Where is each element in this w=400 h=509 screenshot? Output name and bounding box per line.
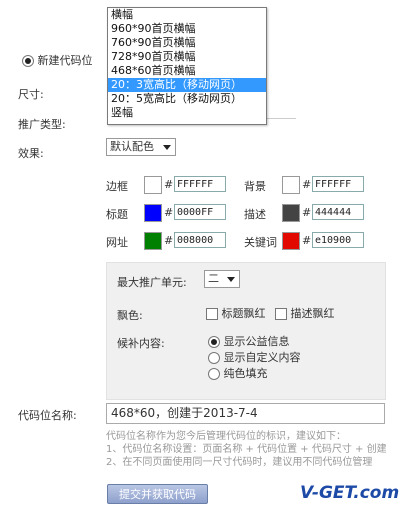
title-color-input[interactable]: 0000FF xyxy=(174,204,226,220)
size-label: 尺寸: xyxy=(18,88,44,101)
description-color-label: 描述 xyxy=(244,208,266,221)
url-color-label: 网址 xyxy=(106,236,128,249)
title-color-label: 标题 xyxy=(106,208,128,221)
border-color-label: 边框 xyxy=(106,180,128,193)
new-slot-radio[interactable]: 新建代码位 xyxy=(22,52,93,68)
background-color-swatch[interactable] xyxy=(282,176,300,194)
radio-icon[interactable] xyxy=(208,352,220,364)
hash-symbol: # xyxy=(302,178,312,191)
radio-icon[interactable] xyxy=(208,368,220,380)
hash-symbol: # xyxy=(164,178,174,191)
fill-option-2[interactable]: 纯色填充 xyxy=(208,365,268,381)
hash-symbol: # xyxy=(164,234,174,247)
background-color-label: 背景 xyxy=(244,180,266,193)
checkbox-icon[interactable] xyxy=(275,308,287,320)
size-dropdown-list[interactable]: 横幅 960*90首页横幅 760*90首页横幅 728*90首页横幅 468*… xyxy=(107,7,267,125)
promo-type-label: 推广类型: xyxy=(18,118,66,131)
help-text-line-3: 2、在不同页面使用同一尺寸代码时，建议用不同代码位管理 xyxy=(106,457,373,468)
border-color-input[interactable]: FFFFFF xyxy=(174,176,226,192)
size-option-selected[interactable]: 20：3宽高比（移动网页） xyxy=(108,78,266,92)
border-color-swatch[interactable] xyxy=(144,176,162,194)
slot-name-input[interactable]: 468*60，创建于2013-7-4 xyxy=(106,403,385,424)
background-color-input[interactable]: FFFFFF xyxy=(312,176,364,192)
size-option[interactable]: 20：5宽高比（移动网页） xyxy=(108,92,266,106)
effect-label: 效果: xyxy=(18,147,44,160)
hash-symbol: # xyxy=(164,206,174,219)
keyword-color-input[interactable]: e10900 xyxy=(312,232,364,248)
effect-select-value: 默认配色 xyxy=(110,140,154,153)
options-panel: 最大推广单元: 二 飘色: 标题飘红 描述飘红 候补内容: 显示公益信息 显示自… xyxy=(106,262,386,400)
float-red-label: 飘色: xyxy=(117,309,143,322)
title-float-red-checkbox[interactable]: 标题飘红 xyxy=(206,305,266,321)
title-color-swatch[interactable] xyxy=(144,204,162,222)
max-units-value: 二 xyxy=(208,272,219,285)
new-slot-radio-dot[interactable] xyxy=(22,55,34,67)
chevron-down-icon xyxy=(163,145,171,150)
submit-get-code-button[interactable]: 提交并获取代码 xyxy=(107,484,208,504)
keyword-color-label: 关键词 xyxy=(244,236,277,249)
url-color-swatch[interactable] xyxy=(144,232,162,250)
fill-option-label: 显示自定义内容 xyxy=(223,351,301,364)
slot-name-label: 代码位名称: xyxy=(18,409,77,422)
desc-float-red-label: 描述飘红 xyxy=(290,307,335,320)
description-color-swatch[interactable] xyxy=(282,204,300,222)
size-option[interactable]: 728*90首页横幅 xyxy=(108,50,266,64)
hash-symbol: # xyxy=(302,206,312,219)
chevron-down-icon xyxy=(227,277,235,282)
desc-float-red-checkbox[interactable]: 描述飘红 xyxy=(275,305,335,321)
fill-content-label: 候补内容: xyxy=(117,337,165,350)
fill-option-label: 纯色填充 xyxy=(223,367,268,380)
url-color-input[interactable]: 008000 xyxy=(174,232,226,248)
size-option[interactable]: 960*90首页横幅 xyxy=(108,22,266,36)
new-slot-radio-label: 新建代码位 xyxy=(37,54,93,67)
fill-option-0[interactable]: 显示公益信息 xyxy=(208,333,290,349)
radio-icon[interactable] xyxy=(208,336,220,348)
hidden-row-fragment xyxy=(266,118,296,125)
size-option[interactable]: 竖幅 xyxy=(108,106,266,120)
effect-select[interactable]: 默认配色 xyxy=(106,138,176,156)
checkbox-icon[interactable] xyxy=(206,308,218,320)
size-option[interactable]: 横幅 xyxy=(108,8,266,22)
max-units-label: 最大推广单元: xyxy=(117,276,187,289)
fill-option-label: 显示公益信息 xyxy=(223,335,290,348)
fill-option-1[interactable]: 显示自定义内容 xyxy=(208,349,301,365)
size-option[interactable]: 760*90首页横幅 xyxy=(108,36,266,50)
hash-symbol: # xyxy=(302,234,312,247)
v-get-logo: V-GET.com xyxy=(300,483,400,503)
max-units-select[interactable]: 二 xyxy=(204,270,240,288)
size-option[interactable]: 468*60首页横幅 xyxy=(108,64,266,78)
description-color-input[interactable]: 444444 xyxy=(312,204,364,220)
keyword-color-swatch[interactable] xyxy=(282,232,300,250)
title-float-red-label: 标题飘红 xyxy=(221,307,266,320)
